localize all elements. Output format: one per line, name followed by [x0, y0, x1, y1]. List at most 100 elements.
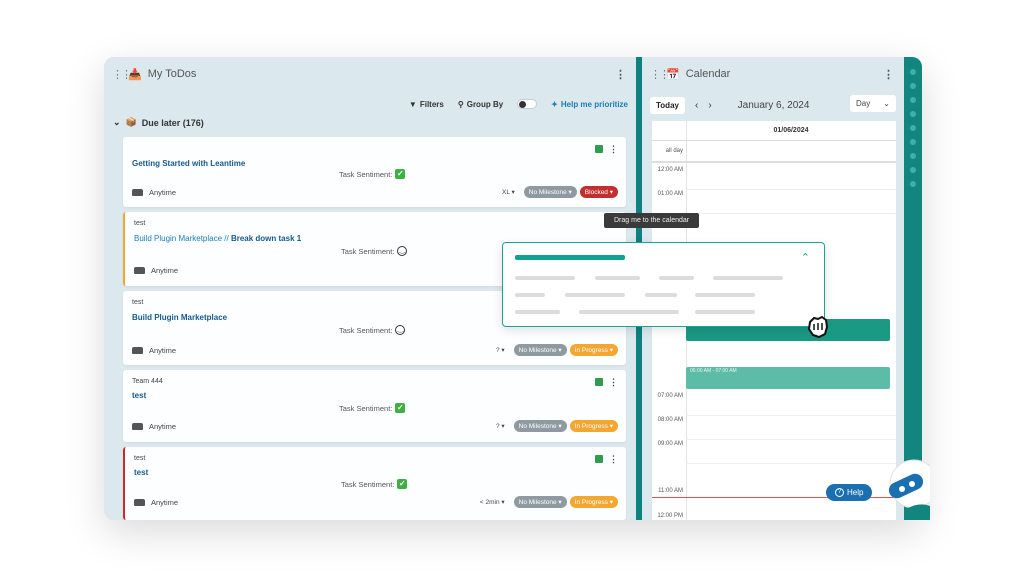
effort-label: XL	[501, 189, 510, 196]
sentiment: Task Sentiment: ‿	[339, 325, 406, 335]
skeleton-line	[515, 310, 560, 314]
effort-label: ?	[495, 423, 500, 430]
milestone-select[interactable]: No Milestone ▾	[523, 186, 577, 198]
chevron-up-icon[interactable]: ⌃	[801, 251, 810, 264]
todo-card[interactable]: Getting Started with Leantime ⋮ Task Sen…	[123, 137, 626, 207]
due-date[interactable]: Anytime	[132, 188, 176, 197]
todo-title[interactable]: Build Plugin Marketplace	[132, 313, 227, 322]
more-icon[interactable]: ⋮	[609, 378, 618, 387]
todos-menu-icon[interactable]: ⋮	[615, 68, 626, 81]
calendar-date-label: January 6, 2024	[737, 99, 810, 111]
prioritize-button[interactable]: ✦ Help me prioritize	[551, 100, 628, 109]
milestone-select[interactable]: No Milestone ▾	[513, 344, 567, 356]
group-label: Due later (176)	[141, 117, 204, 128]
status-select[interactable]: In Progress ▾	[569, 420, 618, 432]
skeleton-line	[695, 310, 755, 314]
view-label: Day	[856, 99, 871, 108]
effort-select[interactable]: ? ▾	[490, 346, 511, 354]
due-date[interactable]: Anytime	[132, 346, 176, 355]
milestone-label: No Milestone	[518, 423, 557, 430]
todo-title-text[interactable]: test	[132, 391, 146, 400]
skeleton-line	[579, 310, 679, 314]
column-date: 01/06/2024	[652, 121, 896, 141]
rail-dot	[910, 97, 916, 103]
status-select[interactable]: In Progress ▾	[569, 344, 618, 356]
calendar-menu-icon[interactable]: ⋮	[883, 68, 894, 81]
calendar-icon[interactable]	[595, 455, 603, 463]
car-icon	[132, 189, 143, 196]
effort-select[interactable]: ? ▾	[490, 422, 511, 430]
skeleton-line	[713, 276, 783, 280]
todo-title[interactable]: Getting Started with Leantime	[132, 159, 245, 168]
todo-title-text[interactable]: Getting Started with Leantime	[132, 159, 245, 168]
todos-icon: 📥	[128, 68, 142, 81]
check-emoji-icon[interactable]: ✓	[395, 403, 406, 413]
chevron-down-icon: ⌄	[883, 99, 890, 108]
status-label: In Progress	[574, 499, 608, 506]
todos-toolbar: ▼ Filters ⚲ Group By ✦ Help me prioritize	[409, 99, 628, 109]
filter-icon: ▼	[408, 99, 417, 109]
all-day-row[interactable]: all day	[652, 141, 896, 163]
status-select[interactable]: In Progress ▾	[569, 496, 618, 508]
filters-label: Filters	[419, 99, 444, 109]
view-select[interactable]: Day ⌄	[850, 95, 896, 112]
assistant-bot-icon[interactable]	[880, 458, 930, 520]
card-pills: < 2min ▾ No Milestone ▾ In Progress ▾	[474, 496, 618, 508]
todo-card[interactable]: test test ⋮ Task Sentiment: ✓ Anytime < 2…	[123, 447, 626, 520]
todo-title[interactable]: Build Plugin Marketplace // Break down t…	[134, 234, 301, 243]
status-label: Blocked	[584, 189, 608, 196]
calendar-icon[interactable]	[595, 145, 603, 153]
calendar-icon[interactable]	[595, 378, 603, 386]
today-button[interactable]: Today	[650, 96, 685, 114]
rail-dot	[910, 125, 916, 131]
group-header[interactable]: ⌄ 📦 Due later (176)	[113, 117, 204, 128]
smile-emoji-icon[interactable]: ‿	[395, 325, 406, 335]
todo-title[interactable]: test	[134, 468, 148, 477]
todo-project: Team 444	[132, 378, 163, 385]
check-emoji-icon[interactable]: ✓	[395, 169, 406, 179]
effort-select[interactable]: XL ▾	[496, 188, 521, 196]
todos-header: ⋮⋮ 📥 My ToDos	[104, 57, 636, 91]
hour-label: 11:00 AM	[658, 488, 683, 494]
sentiment-label: Task Sentiment:	[339, 403, 393, 413]
check-emoji-icon[interactable]: ✓	[397, 479, 408, 489]
help-button[interactable]: ? Help	[826, 484, 873, 501]
drag-handle-icon[interactable]: ⋮⋮	[112, 68, 132, 81]
dragged-task-card[interactable]: ⌃	[502, 242, 825, 327]
more-icon[interactable]: ⋮	[609, 455, 618, 464]
more-icon[interactable]: ⋮	[609, 145, 618, 154]
due-date[interactable]: Anytime	[134, 266, 178, 275]
rail-dot	[910, 111, 916, 117]
drag-tooltip: Drag me to the calendar	[604, 213, 700, 228]
prioritize-toggle[interactable]	[517, 99, 538, 109]
todo-title-text[interactable]: Break down task 1	[231, 234, 301, 243]
hour-label: 12:00 PM	[657, 513, 683, 519]
todo-card[interactable]: Team 444 test ⋮ Task Sentiment: ✓ Anytime…	[123, 370, 626, 442]
calendar-toolbar: Today ‹ › January 6, 2024 Day ⌄	[650, 95, 896, 115]
todo-title[interactable]: test	[132, 391, 146, 400]
drag-handle-icon[interactable]: ⋮⋮	[650, 68, 670, 81]
todo-crumb[interactable]: Build Plugin Marketplace //	[134, 234, 231, 243]
calendar-event[interactable]: 06:00 AM - 07:00 AM	[686, 367, 890, 389]
next-arrow-icon[interactable]: ›	[708, 100, 711, 111]
smile-emoji-icon[interactable]: ‿	[397, 246, 408, 256]
group-by-button[interactable]: ⚲ Group By	[458, 100, 503, 109]
grab-cursor-icon	[807, 315, 829, 339]
due-label: Anytime	[151, 498, 179, 507]
milestone-select[interactable]: No Milestone ▾	[513, 420, 567, 432]
card-actions: ⋮	[595, 455, 618, 464]
prev-arrow-icon[interactable]: ‹	[695, 100, 698, 111]
todo-title-text[interactable]: Build Plugin Marketplace	[132, 313, 227, 322]
filters-button[interactable]: ▼ Filters	[409, 100, 444, 109]
milestone-select[interactable]: No Milestone ▾	[513, 496, 567, 508]
effort-select[interactable]: < 2min ▾	[474, 498, 511, 506]
todo-title-text[interactable]: test	[134, 468, 148, 477]
car-icon	[132, 423, 143, 430]
status-select[interactable]: Blocked ▾	[579, 186, 618, 198]
due-label: Anytime	[151, 266, 179, 275]
question-icon: ?	[835, 488, 844, 497]
due-date[interactable]: Anytime	[134, 498, 178, 507]
group-icon-emoji: 📦	[125, 117, 137, 127]
hour-line	[686, 463, 896, 464]
due-date[interactable]: Anytime	[132, 422, 176, 431]
